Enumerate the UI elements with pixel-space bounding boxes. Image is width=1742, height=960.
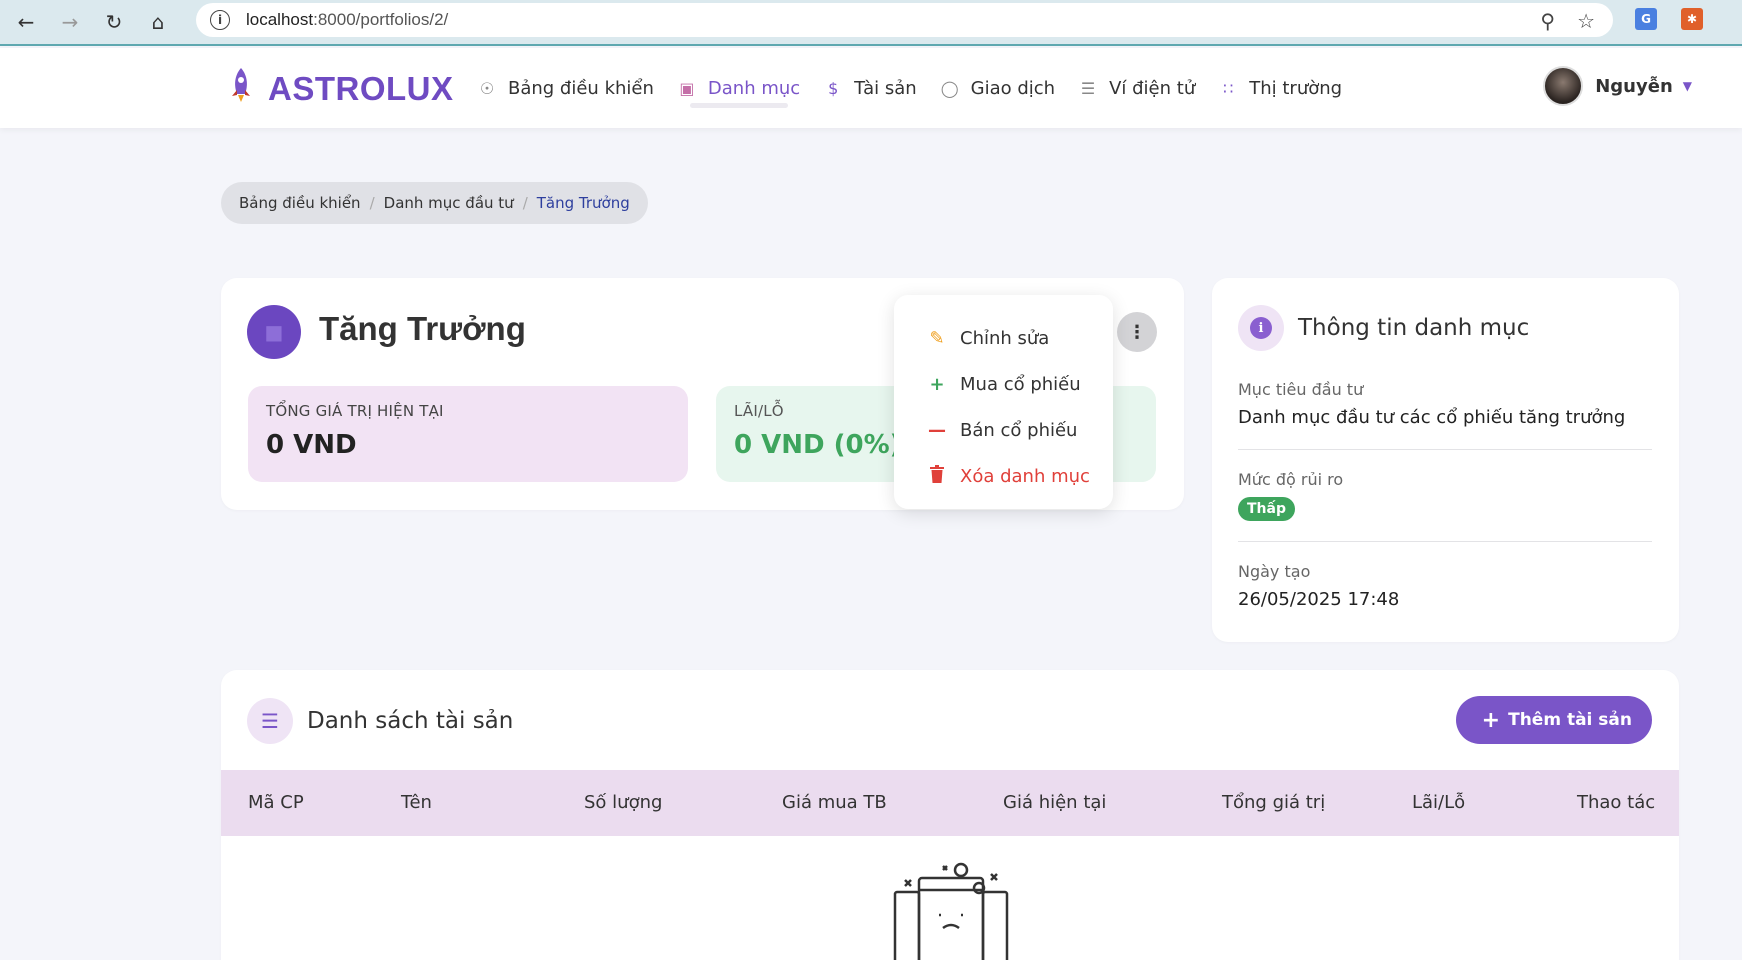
bookmark-star-icon[interactable]: ☆ <box>1577 9 1595 33</box>
forward-icon[interactable]: → <box>48 4 92 40</box>
menu-item-label: Mua cổ phiếu <box>960 373 1081 395</box>
nav-item-label: Ví điện tử <box>1109 77 1196 99</box>
info-value: 26/05/2025 17:48 <box>1238 589 1400 610</box>
zoom-icon[interactable]: ⚲ <box>1540 9 1555 33</box>
asset-list-title: Danh sách tài sản <box>307 708 514 734</box>
money-bag-icon: $ <box>828 78 839 98</box>
edit-icon: ✎ <box>929 327 945 349</box>
menu-item-edit[interactable]: ✎ Chỉnh sửa <box>894 315 1113 361</box>
user-name: Nguyễn <box>1595 75 1673 97</box>
avatar[interactable] <box>1543 66 1584 106</box>
nav-item-label: Thị trường <box>1249 77 1343 99</box>
nav-item-label: Tài sản <box>854 77 917 99</box>
app-navbar: ASTROLUX ☉ Bảng điều khiển ▣ Danh mục $ … <box>0 48 1742 128</box>
main-menu: ☉ Bảng điều khiển ▣ Danh mục $ Tài sản ◯… <box>478 48 1366 128</box>
column-header[interactable]: Tổng giá trị <box>1222 792 1325 813</box>
portfolio-info-card: i Thông tin danh mục Mục tiêu đầu tư Dan… <box>1212 278 1679 642</box>
portfolio-actions-dropdown: ✎ Chỉnh sửa + Mua cổ phiếu — Bán cổ phiế… <box>894 295 1113 509</box>
reload-icon[interactable]: ↻ <box>92 4 136 40</box>
url-host: localhost <box>246 10 314 29</box>
menu-item-sell[interactable]: — Bán cổ phiếu <box>894 407 1113 453</box>
minus-icon: — <box>928 419 946 441</box>
menu-item-label: Chỉnh sửa <box>960 327 1050 349</box>
nav-item-label: Bảng điều khiển <box>508 77 654 99</box>
column-header[interactable]: Giá hiện tại <box>1003 792 1106 813</box>
nav-item-wallet[interactable]: ☰ Ví điện tử <box>1079 48 1195 128</box>
portfolio-title: Tăng Trưởng <box>319 310 526 347</box>
add-asset-button[interactable]: + Thêm tài sản <box>1455 696 1652 744</box>
risk-level-row: Mức độ rủi ro Thấp <box>1238 470 1652 521</box>
nav-item-assets[interactable]: $ Tài sản <box>824 48 917 128</box>
divider <box>1238 541 1652 542</box>
asset-list-card: ☰ Danh sách tài sản + Thêm tài sản Mã CP… <box>221 670 1679 960</box>
info-label: Mức độ rủi ro <box>1238 470 1344 489</box>
breadcrumb-portfolios[interactable]: Danh mục đầu tư <box>384 194 514 212</box>
column-header[interactable]: Mã CP <box>248 792 304 813</box>
extension-icon[interactable]: ✱ <box>1681 8 1703 30</box>
column-header[interactable]: Giá mua TB <box>782 792 887 813</box>
empty-state-illustration <box>891 860 1011 960</box>
folder-icon: ■ <box>247 305 301 359</box>
stat-value: 0 VND <box>266 430 357 460</box>
menu-item-delete[interactable]: Xóa danh mục <box>894 453 1113 499</box>
column-header[interactable]: Thao tác <box>1577 792 1655 813</box>
breadcrumb-separator: / <box>369 194 375 212</box>
url-path: :8000/portfolios/2/ <box>313 10 449 29</box>
brand-logo[interactable]: ASTROLUX <box>228 66 454 112</box>
site-info-icon[interactable]: i <box>210 10 230 30</box>
nav-item-label: Giao dịch <box>970 77 1056 99</box>
menu-item-label: Xóa danh mục <box>960 465 1090 487</box>
created-date-row: Ngày tạo 26/05/2025 17:48 <box>1238 562 1652 610</box>
rocket-icon <box>228 66 254 112</box>
info-value: Danh mục đầu tư các cổ phiếu tăng trưởng <box>1238 407 1626 428</box>
nav-item-portfolios[interactable]: ▣ Danh mục <box>678 48 800 128</box>
trash-icon <box>928 464 946 488</box>
nav-item-dashboard[interactable]: ☉ Bảng điều khiển <box>478 48 654 128</box>
breadcrumb-separator: / <box>522 194 528 212</box>
folder-icon: ▣ <box>679 78 695 98</box>
nav-item-transactions[interactable]: ◯ Giao dịch <box>941 48 1055 128</box>
info-label: Ngày tạo <box>1238 562 1311 581</box>
home-icon[interactable]: ⌂ <box>136 4 180 40</box>
add-asset-label: Thêm tài sản <box>1508 710 1632 730</box>
chart-icon: ∷ <box>1223 78 1234 98</box>
breadcrumb: Bảng điều khiển / Danh mục đầu tư / Tăng… <box>221 182 648 224</box>
breadcrumb-dashboard[interactable]: Bảng điều khiển <box>239 194 361 212</box>
browser-toolbar: ← → ↻ ⌂ i localhost:8000/portfolios/2/ ⚲… <box>0 0 1742 46</box>
dashboard-icon: ☉ <box>479 78 495 98</box>
more-options-button[interactable]: ⋮ <box>1117 312 1157 352</box>
divider <box>1238 449 1652 450</box>
investment-goal-row: Mục tiêu đầu tư Danh mục đầu tư các cổ p… <box>1238 380 1652 428</box>
back-icon[interactable]: ← <box>4 4 48 40</box>
column-header[interactable]: Lãi/Lỗ <box>1412 792 1465 813</box>
wallet-icon: ☰ <box>1080 78 1096 98</box>
menu-item-buy[interactable]: + Mua cổ phiếu <box>894 361 1113 407</box>
breadcrumb-current: Tăng Trưởng <box>536 194 630 212</box>
chevron-down-icon: ▼ <box>1682 79 1692 93</box>
brand-name: ASTROLUX <box>268 70 454 107</box>
address-bar[interactable]: i localhost:8000/portfolios/2/ ⚲ ☆ <box>196 3 1613 37</box>
stat-label: TỔNG GIÁ TRỊ HIỆN TẠI <box>266 402 444 420</box>
coin-icon: ◯ <box>940 78 959 98</box>
total-value-stat: TỔNG GIÁ TRỊ HIỆN TẠI 0 VND <box>248 386 688 482</box>
plus-icon: + <box>929 373 945 395</box>
list-icon: ☰ <box>247 698 293 744</box>
column-header[interactable]: Số lượng <box>584 792 662 813</box>
info-card-title: Thông tin danh mục <box>1298 315 1530 341</box>
user-menu[interactable]: Nguyễn ▼ <box>1543 66 1692 106</box>
nav-item-label: Danh mục <box>707 77 801 99</box>
status-badge: Thấp <box>1238 497 1295 521</box>
column-header[interactable]: Tên <box>401 792 432 813</box>
table-header: Mã CP Tên Số lượng Giá mua TB Giá hiện t… <box>221 770 1679 836</box>
plus-icon: + <box>1481 707 1501 733</box>
info-icon: i <box>1238 305 1284 351</box>
menu-item-label: Bán cổ phiếu <box>960 419 1078 441</box>
translate-extension-icon[interactable]: G <box>1635 8 1657 30</box>
url-text[interactable]: localhost:8000/portfolios/2/ <box>246 10 448 30</box>
info-label: Mục tiêu đầu tư <box>1238 380 1364 399</box>
nav-item-market[interactable]: ∷ Thị trường <box>1219 48 1342 128</box>
